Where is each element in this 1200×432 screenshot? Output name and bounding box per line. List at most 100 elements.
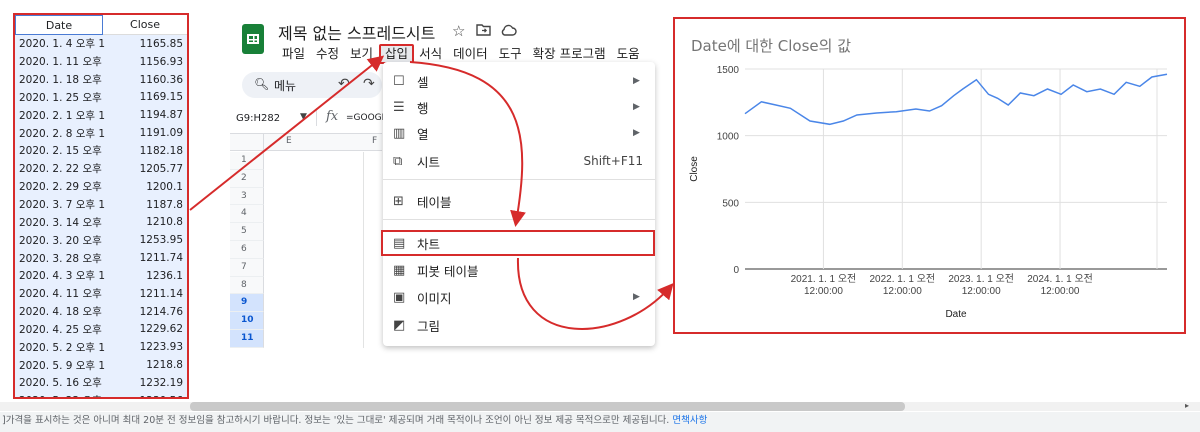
- close-cell[interactable]: 1194.87: [113, 109, 187, 121]
- row-header[interactable]: 4: [230, 205, 264, 224]
- disclaimer-link[interactable]: 면책사항: [672, 415, 707, 426]
- table-row[interactable]: 2020. 5. 16 오후 1232.19: [15, 374, 187, 392]
- menu-item-1[interactable]: 파일: [277, 44, 311, 64]
- table-row[interactable]: 2020. 4. 25 오후 1229.62: [15, 321, 187, 339]
- menu-item-3[interactable]: 보기: [345, 44, 379, 64]
- folder-move-icon[interactable]: [476, 22, 491, 40]
- date-cell[interactable]: 2020. 1. 4 오후 1: [15, 36, 113, 51]
- date-cell[interactable]: 2020. 2. 1 오후 1: [15, 108, 113, 123]
- table-row[interactable]: 2020. 2. 29 오후 1200.1: [15, 178, 187, 196]
- table-row[interactable]: 2020. 1. 4 오후 1 1165.85: [15, 35, 187, 53]
- cloud-icon[interactable]: [500, 22, 517, 40]
- close-cell[interactable]: 1218.8: [113, 359, 187, 371]
- date-cell[interactable]: 2020. 4. 25 오후: [15, 322, 113, 337]
- table-row[interactable]: 2020. 2. 8 오후 1 1191.09: [15, 124, 187, 142]
- menu-item-8[interactable]: 확장 프로그램: [528, 44, 612, 64]
- name-box[interactable]: G9:H282: [236, 113, 280, 124]
- close-cell[interactable]: 1160.36: [113, 74, 187, 86]
- scroll-right-icon[interactable]: ▸: [1185, 401, 1189, 410]
- close-cell[interactable]: 1169.15: [113, 91, 187, 103]
- menu-item-9[interactable]: 도움: [612, 44, 646, 64]
- close-cell[interactable]: 1236.1: [113, 270, 187, 282]
- close-cell[interactable]: 1165.85: [113, 38, 187, 50]
- table-row[interactable]: 2020. 2. 15 오후 1182.18: [15, 142, 187, 160]
- redo-icon[interactable]: ↷: [363, 76, 375, 92]
- date-cell[interactable]: 2020. 2. 8 오후 1: [15, 126, 113, 141]
- close-cell[interactable]: 1187.8: [113, 199, 187, 211]
- close-cell[interactable]: 1200.1: [113, 181, 187, 193]
- insert-menu-item-sheet[interactable]: ⧉ 시트 Shift+F11: [383, 148, 655, 174]
- insert-menu-item-column[interactable]: ▥ 열 ▶: [383, 120, 655, 146]
- insert-menu-item-cell[interactable]: ☐ 셀 ▶: [383, 68, 655, 94]
- menu-item-2[interactable]: 수정: [311, 44, 345, 64]
- table-row[interactable]: 2020. 2. 1 오후 1 1194.87: [15, 106, 187, 124]
- date-cell[interactable]: 2020. 1. 25 오후: [15, 90, 113, 105]
- star-icon[interactable]: ☆: [452, 22, 465, 40]
- date-cell[interactable]: 2020. 2. 29 오후: [15, 179, 113, 194]
- close-cell[interactable]: 1229.62: [113, 323, 187, 335]
- table-row[interactable]: 2020. 3. 28 오후 1211.74: [15, 249, 187, 267]
- close-cell[interactable]: 1210.8: [113, 216, 187, 228]
- menu-item-6[interactable]: 데이터: [448, 44, 494, 64]
- close-cell[interactable]: 1214.76: [113, 306, 187, 318]
- table-row[interactable]: 2020. 3. 20 오후 1253.95: [15, 231, 187, 249]
- date-cell[interactable]: 2020. 5. 9 오후 1: [15, 358, 113, 373]
- date-cell[interactable]: 2020. 3. 28 오후: [15, 251, 113, 266]
- date-cell[interactable]: 2020. 4. 18 오후: [15, 304, 113, 319]
- insert-menu-item-image[interactable]: ▣ 이미지 ▶: [383, 284, 655, 310]
- row-header[interactable]: 6: [230, 240, 264, 259]
- column-header-e[interactable]: E: [286, 136, 292, 146]
- table-row[interactable]: 2020. 4. 18 오후 1214.76: [15, 303, 187, 321]
- row-header[interactable]: 5: [230, 223, 264, 241]
- date-cell[interactable]: 2020. 3. 20 오후: [15, 233, 113, 248]
- date-cell[interactable]: 2020. 1. 11 오후: [15, 54, 113, 69]
- table-row[interactable]: 2020. 1. 11 오후 1156.93: [15, 53, 187, 71]
- row-header[interactable]: 2: [230, 169, 264, 188]
- select-all-corner[interactable]: [230, 134, 264, 151]
- chart-panel[interactable]: Date에 대한 Close의 값 0 500 1000 1500 2021. 1. 1…: [673, 17, 1186, 334]
- insert-menu-item-drawing[interactable]: ◩ 그림: [383, 312, 655, 338]
- row-header[interactable]: 3: [230, 187, 264, 206]
- date-cell[interactable]: 2020. 2. 15 오후: [15, 143, 113, 158]
- date-cell[interactable]: 2020. 4. 3 오후 1: [15, 268, 113, 283]
- menu-search-box[interactable]: 🔍︎ 메뉴: [242, 72, 382, 98]
- insert-menu-item-table[interactable]: ⊞ 테이블: [383, 188, 655, 214]
- table-row[interactable]: 2020. 4. 3 오후 1 1236.1: [15, 267, 187, 285]
- close-cell[interactable]: 1211.14: [113, 288, 187, 300]
- close-cell[interactable]: 1211.74: [113, 252, 187, 264]
- row-header[interactable]: 1: [230, 152, 264, 170]
- row-header[interactable]: 8: [230, 276, 264, 295]
- table-row[interactable]: 2020. 2. 22 오후 1205.77: [15, 160, 187, 178]
- insert-menu-item-chart[interactable]: ▤ 차트: [381, 230, 655, 256]
- menu-item-7[interactable]: 도구: [494, 44, 528, 64]
- date-cell[interactable]: 2020. 5. 23 오후: [15, 393, 113, 397]
- date-cell[interactable]: 2020. 5. 16 오후: [15, 375, 113, 390]
- date-cell[interactable]: 2020. 3. 7 오후 1: [15, 197, 113, 212]
- table-row[interactable]: 2020. 3. 7 오후 1 1187.8: [15, 196, 187, 214]
- insert-menu-item-row[interactable]: ☰ 행 ▶: [383, 94, 655, 120]
- menu-item-4[interactable]: 삽입: [379, 44, 415, 64]
- close-cell[interactable]: 1230.56: [113, 395, 187, 397]
- table-row[interactable]: 2020. 5. 23 오후1230.56: [15, 392, 187, 397]
- row-header[interactable]: 7: [230, 258, 264, 277]
- close-cell[interactable]: 1232.19: [113, 377, 187, 389]
- row-header[interactable]: 9: [230, 294, 264, 313]
- chevron-down-icon[interactable]: ▼: [300, 112, 307, 122]
- date-cell[interactable]: 2020. 2. 22 오후: [15, 161, 113, 176]
- close-cell[interactable]: 1223.93: [113, 341, 187, 353]
- row-header[interactable]: 10: [230, 312, 264, 330]
- column-header-f[interactable]: F: [372, 136, 377, 146]
- menu-item-5[interactable]: 서식: [414, 44, 448, 64]
- date-cell[interactable]: 2020. 3. 14 오후: [15, 215, 113, 230]
- row-header[interactable]: 11: [230, 329, 264, 348]
- table-row[interactable]: 2020. 4. 11 오후 1211.14: [15, 285, 187, 303]
- column-header-close[interactable]: Close: [103, 15, 187, 35]
- date-cell[interactable]: 2020. 4. 11 오후: [15, 286, 113, 301]
- table-row[interactable]: 2020. 1. 25 오후 1169.15: [15, 89, 187, 107]
- insert-menu-item-pivot-table[interactable]: ▦ 피봇 테이블: [383, 257, 655, 283]
- date-cell[interactable]: 2020. 5. 2 오후 1: [15, 340, 113, 355]
- table-row[interactable]: 2020. 5. 2 오후 1 1223.93: [15, 338, 187, 356]
- table-row[interactable]: 2020. 5. 9 오후 1 1218.8: [15, 356, 187, 374]
- column-header-date[interactable]: Date: [15, 15, 103, 35]
- document-title[interactable]: 제목 없는 스프레드시트: [278, 20, 435, 44]
